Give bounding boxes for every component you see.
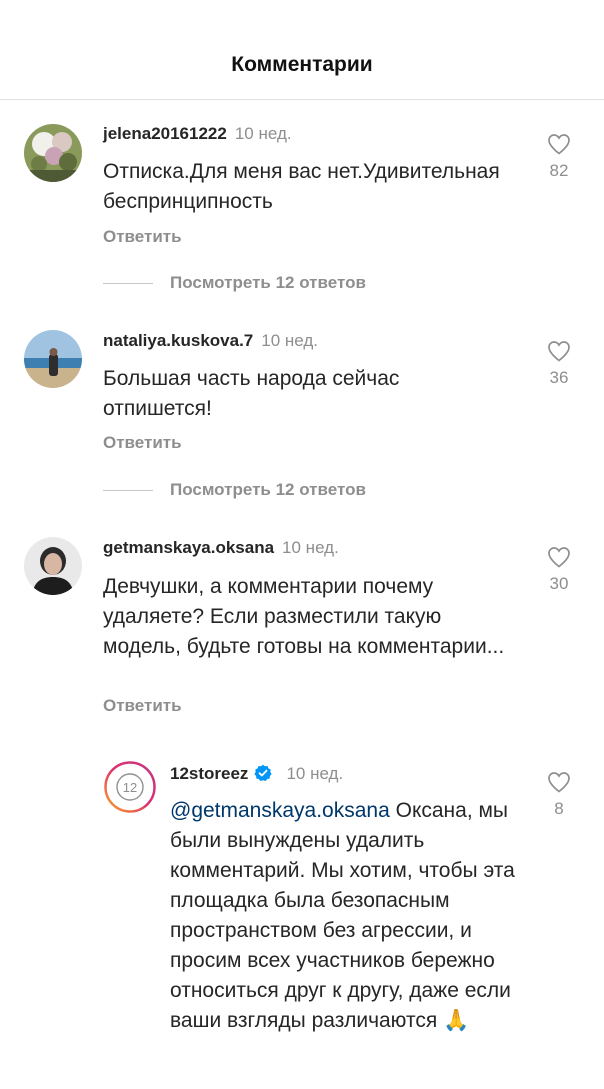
comment-text: Девчушки, а комментарии почему удаляете?… — [103, 575, 505, 658]
username[interactable]: getmanskaya.oksana — [103, 538, 274, 557]
comment-meta: getmanskaya.oksana 10 нед. — [103, 538, 339, 558]
like-button[interactable]: 36 — [539, 340, 579, 388]
like-count: 82 — [549, 161, 569, 180]
comment-text: Отписка.Для меня вас нет.Удивительная бе… — [103, 160, 500, 213]
heart-icon — [548, 134, 570, 155]
comment-text: @getmanskaya.oksana Оксана, мы были выну… — [170, 796, 526, 1036]
timestamp: 10 нед. — [286, 764, 344, 783]
heart-icon — [548, 772, 570, 793]
reply-button[interactable]: Ответить — [103, 227, 182, 247]
comment-meta: jelena20161222 10 нед. — [103, 124, 292, 144]
view-replies-label: Посмотреть 12 ответов — [170, 273, 366, 292]
username[interactable]: 12storeez — [170, 764, 248, 783]
like-button[interactable]: 82 — [539, 133, 579, 181]
username[interactable]: jelena20161222 — [103, 124, 227, 143]
verified-badge-icon — [254, 764, 273, 781]
comment-meta: nataliya.kuskova.7 10 нед. — [103, 331, 318, 351]
mention-link[interactable]: @getmanskaya.oksana — [170, 799, 390, 822]
svg-text:12: 12 — [123, 780, 137, 795]
view-replies-button[interactable]: Посмотреть 12 ответов — [103, 273, 366, 293]
comment-meta: 12storeez 10 нед. — [170, 764, 343, 784]
timestamp: 10 нед. — [282, 538, 339, 557]
comment-text: Большая часть народа сейчас отпишется! — [103, 367, 400, 420]
like-count: 36 — [549, 368, 569, 387]
avatar[interactable] — [24, 537, 82, 595]
like-button[interactable]: 30 — [539, 546, 579, 594]
page-title: Комментарии — [231, 53, 373, 76]
view-replies-button[interactable]: Посмотреть 12 ответов — [103, 480, 366, 500]
reply-button[interactable]: Ответить — [103, 433, 182, 453]
like-count: 30 — [549, 574, 569, 593]
reply-text: Оксана, мы были вынуждены удалить коммен… — [170, 799, 515, 1032]
pray-emoji: 🙏 — [443, 1009, 470, 1032]
divider-line — [103, 283, 153, 285]
avatar[interactable]: 12 — [104, 761, 156, 813]
like-button[interactable]: 8 — [539, 771, 579, 819]
like-count: 8 — [554, 799, 564, 818]
username[interactable]: nataliya.kuskova.7 — [103, 331, 253, 350]
divider-line — [103, 490, 153, 492]
comments-header: Комментарии — [0, 0, 604, 100]
avatar[interactable] — [24, 330, 82, 388]
heart-icon — [548, 547, 570, 568]
view-replies-label: Посмотреть 12 ответов — [170, 480, 366, 499]
avatar[interactable] — [24, 124, 82, 182]
timestamp: 10 нед. — [234, 124, 292, 143]
heart-icon — [548, 341, 570, 362]
timestamp: 10 нед. — [261, 331, 319, 350]
reply-button[interactable]: Ответить — [103, 696, 182, 716]
